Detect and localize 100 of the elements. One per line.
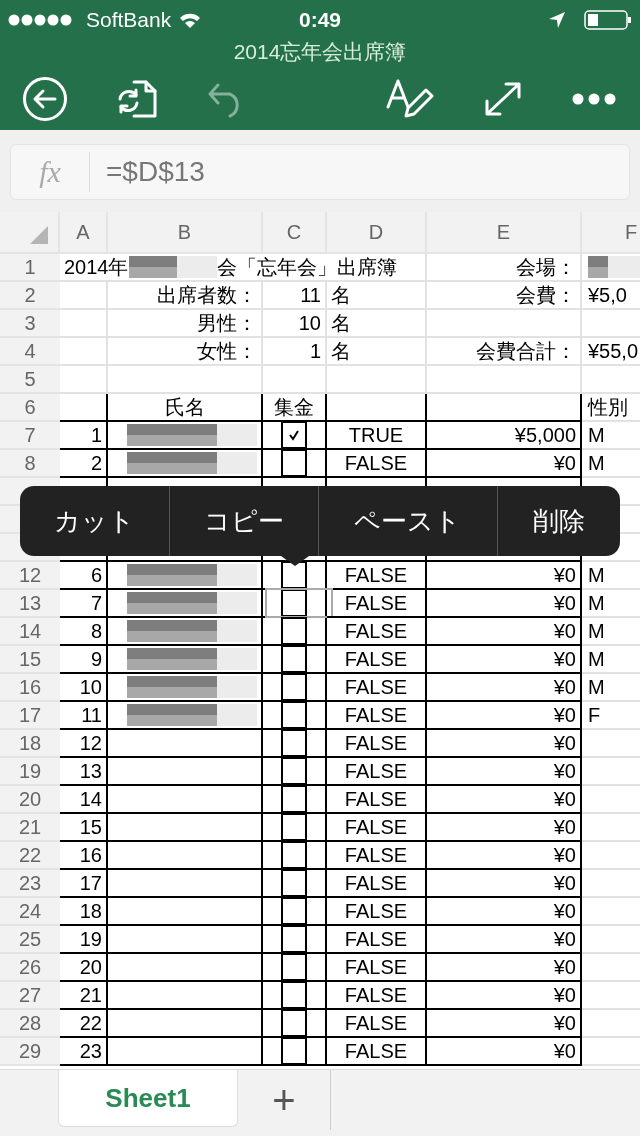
table-cell[interactable]: FALSE [327,758,427,786]
table-cell[interactable]: ¥0 [427,842,582,870]
table-cell[interactable] [108,562,263,590]
table-cell[interactable] [108,646,263,674]
table-cell[interactable]: ¥0 [427,702,582,730]
table-cell[interactable]: FALSE [327,674,427,702]
table-cell[interactable] [108,674,263,702]
table-cell[interactable]: 女性： [108,338,263,366]
column-header[interactable]: E [427,212,582,254]
table-cell[interactable]: 1 [263,338,327,366]
table-cell[interactable]: ¥5,0 [582,282,640,310]
table-cell[interactable]: ¥0 [427,982,582,1010]
cell-selection[interactable] [265,588,333,618]
table-cell[interactable]: 9 [60,646,108,674]
table-cell[interactable] [427,394,582,422]
table-cell[interactable]: 名 [327,310,427,338]
table-cell[interactable]: 15 [60,814,108,842]
checkbox[interactable] [281,1037,307,1065]
table-cell[interactable]: 2 [60,450,108,478]
table-cell[interactable]: ¥0 [427,674,582,702]
table-cell[interactable]: M [582,562,640,590]
table-cell[interactable] [60,394,108,422]
table-cell[interactable]: M [582,422,640,450]
table-cell[interactable]: 12 [60,730,108,758]
table-cell[interactable]: FALSE [327,1010,427,1038]
back-icon[interactable] [22,76,68,122]
table-cell[interactable] [108,898,263,926]
column-header[interactable]: A [60,212,108,254]
row-header[interactable]: 5 [0,366,60,394]
table-cell[interactable]: ¥0 [427,1038,582,1066]
table-cell[interactable]: 会費： [427,282,582,310]
row-header[interactable]: 27 [0,982,60,1010]
row-header[interactable]: 20 [0,786,60,814]
table-cell[interactable] [108,758,263,786]
text-edit-pencil-icon[interactable] [386,79,434,119]
table-cell[interactable]: 1 [60,422,108,450]
table-cell[interactable]: FALSE [327,562,427,590]
checkbox[interactable] [281,813,307,841]
row-header[interactable]: 8 [0,450,60,478]
checkbox[interactable] [281,701,307,729]
table-cell[interactable]: M [582,674,640,702]
table-cell[interactable] [108,702,263,730]
table-cell[interactable]: FALSE [327,646,427,674]
table-cell[interactable]: 8 [60,618,108,646]
row-header[interactable]: 15 [0,646,60,674]
table-cell[interactable]: FALSE [327,898,427,926]
checkbox[interactable] [281,841,307,869]
row-header[interactable]: 18 [0,730,60,758]
table-cell[interactable]: FALSE [327,730,427,758]
table-cell[interactable]: 19 [60,926,108,954]
table-cell[interactable]: 13 [60,758,108,786]
table-cell[interactable] [263,1038,327,1066]
menu-item[interactable]: 削除 [497,486,620,556]
table-cell[interactable]: ¥0 [427,814,582,842]
table-cell[interactable]: ¥55,0 [582,338,640,366]
table-cell[interactable]: ¥0 [427,758,582,786]
menu-item[interactable]: カット [20,486,171,556]
table-cell[interactable]: FALSE [327,870,427,898]
table-cell[interactable]: 集金 [263,394,327,422]
table-cell[interactable]: ¥0 [427,562,582,590]
row-header[interactable]: 29 [0,1038,60,1066]
row-header[interactable]: 23 [0,870,60,898]
row-header[interactable]: 21 [0,814,60,842]
column-header[interactable]: F [582,212,640,254]
table-cell[interactable]: ¥0 [427,646,582,674]
table-cell[interactable] [263,450,327,478]
table-cell[interactable]: 6 [60,562,108,590]
table-cell[interactable]: 14 [60,786,108,814]
table-cell[interactable] [263,982,327,1010]
table-cell[interactable] [108,842,263,870]
checkbox[interactable] [281,729,307,757]
add-sheet-button[interactable]: + [238,1070,331,1130]
table-cell[interactable] [263,646,327,674]
table-cell[interactable]: 18 [60,898,108,926]
table-cell[interactable]: 22 [60,1010,108,1038]
table-cell[interactable]: 氏名 [108,394,263,422]
row-header[interactable]: 13 [0,590,60,618]
table-cell[interactable] [263,618,327,646]
table-cell[interactable]: 23 [60,1038,108,1066]
row-header[interactable]: 26 [0,954,60,982]
table-cell[interactable]: FALSE [327,926,427,954]
row-header[interactable]: 17 [0,702,60,730]
table-cell[interactable]: M [582,618,640,646]
table-cell[interactable]: FALSE [327,618,427,646]
table-cell[interactable]: 21 [60,982,108,1010]
table-cell[interactable]: M [582,646,640,674]
table-cell[interactable]: 17 [60,870,108,898]
row-header[interactable]: 28 [0,1010,60,1038]
checkbox[interactable] [281,589,307,617]
column-header[interactable]: D [327,212,427,254]
table-cell[interactable] [108,926,263,954]
table-cell[interactable]: FALSE [327,842,427,870]
row-header[interactable]: 12 [0,562,60,590]
table-cell[interactable]: 性別 [582,394,640,422]
table-cell[interactable]: FALSE [327,1038,427,1066]
table-cell[interactable] [263,926,327,954]
table-cell[interactable]: 11 [60,702,108,730]
table-cell[interactable] [108,450,263,478]
table-cell[interactable]: 2014年 会「忘年会」出席簿 [60,254,427,282]
row-header[interactable]: 19 [0,758,60,786]
